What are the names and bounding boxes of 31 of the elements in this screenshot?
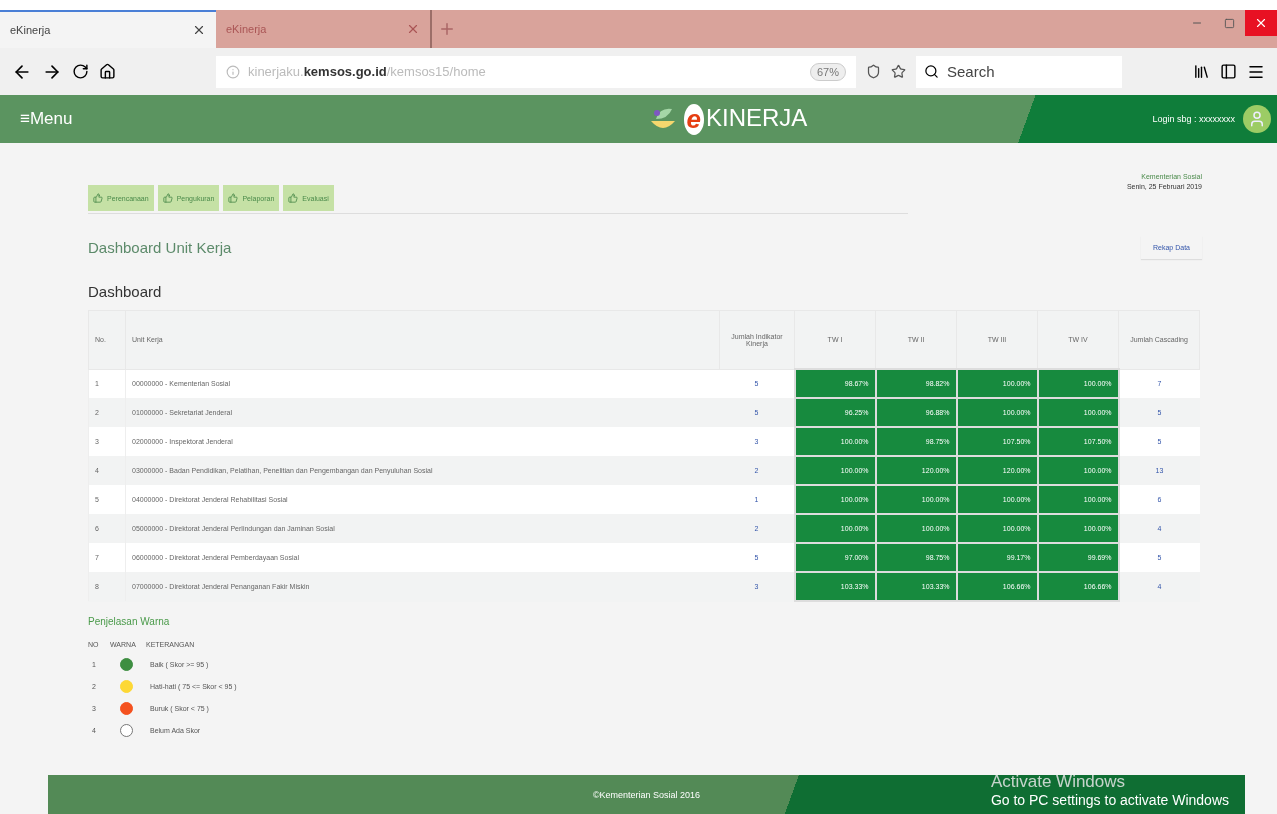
zoom-level[interactable]: 67% bbox=[809, 62, 846, 81]
maximize-icon[interactable] bbox=[1223, 17, 1235, 29]
menu-button[interactable]: ≡Menu bbox=[20, 109, 73, 129]
reload-icon[interactable] bbox=[72, 63, 89, 80]
browser-tab[interactable]: eKinerja bbox=[0, 10, 216, 48]
activation-title: Activate Windows bbox=[990, 772, 1127, 792]
search-icon bbox=[924, 64, 939, 79]
thumbs-up-icon bbox=[288, 193, 299, 203]
url-text: kinerjaku.kemsos.go.id/kemsos15/home bbox=[248, 64, 487, 79]
login-text: Login sbg : xxxxxxxx bbox=[1152, 114, 1235, 124]
thumbs-up-icon bbox=[228, 193, 239, 203]
avatar-icon[interactable] bbox=[1243, 105, 1271, 133]
close-icon bbox=[1254, 16, 1268, 30]
library-icon[interactable] bbox=[1193, 63, 1210, 80]
search-input[interactable]: Search bbox=[945, 62, 1099, 81]
legend-title: Penjelasan Warna bbox=[88, 616, 171, 627]
thumbs-up-icon bbox=[93, 193, 103, 203]
search-field[interactable]: Search bbox=[916, 55, 1122, 88]
logo-text: KINERJA bbox=[706, 103, 808, 133]
thumbs-up-icon bbox=[162, 193, 173, 203]
activation-text: Go to PC settings to activate Windows bbox=[990, 792, 1229, 808]
section-title: Dashboard Unit Kerja bbox=[88, 239, 232, 256]
sidebar-icon[interactable] bbox=[1220, 63, 1237, 80]
home-icon[interactable] bbox=[99, 63, 116, 80]
shield-icon[interactable] bbox=[866, 64, 881, 79]
address-bar[interactable]: kinerjaku.kemsos.go.id/kemsos15/home 67% bbox=[216, 55, 856, 88]
dashboard-title: Dashboard bbox=[88, 283, 163, 300]
logo-prefix: e bbox=[683, 103, 704, 135]
close-icon[interactable] bbox=[192, 23, 206, 37]
star-icon[interactable] bbox=[891, 64, 906, 79]
footer-text: ©Kementerian Sosial 2016 bbox=[592, 789, 701, 800]
